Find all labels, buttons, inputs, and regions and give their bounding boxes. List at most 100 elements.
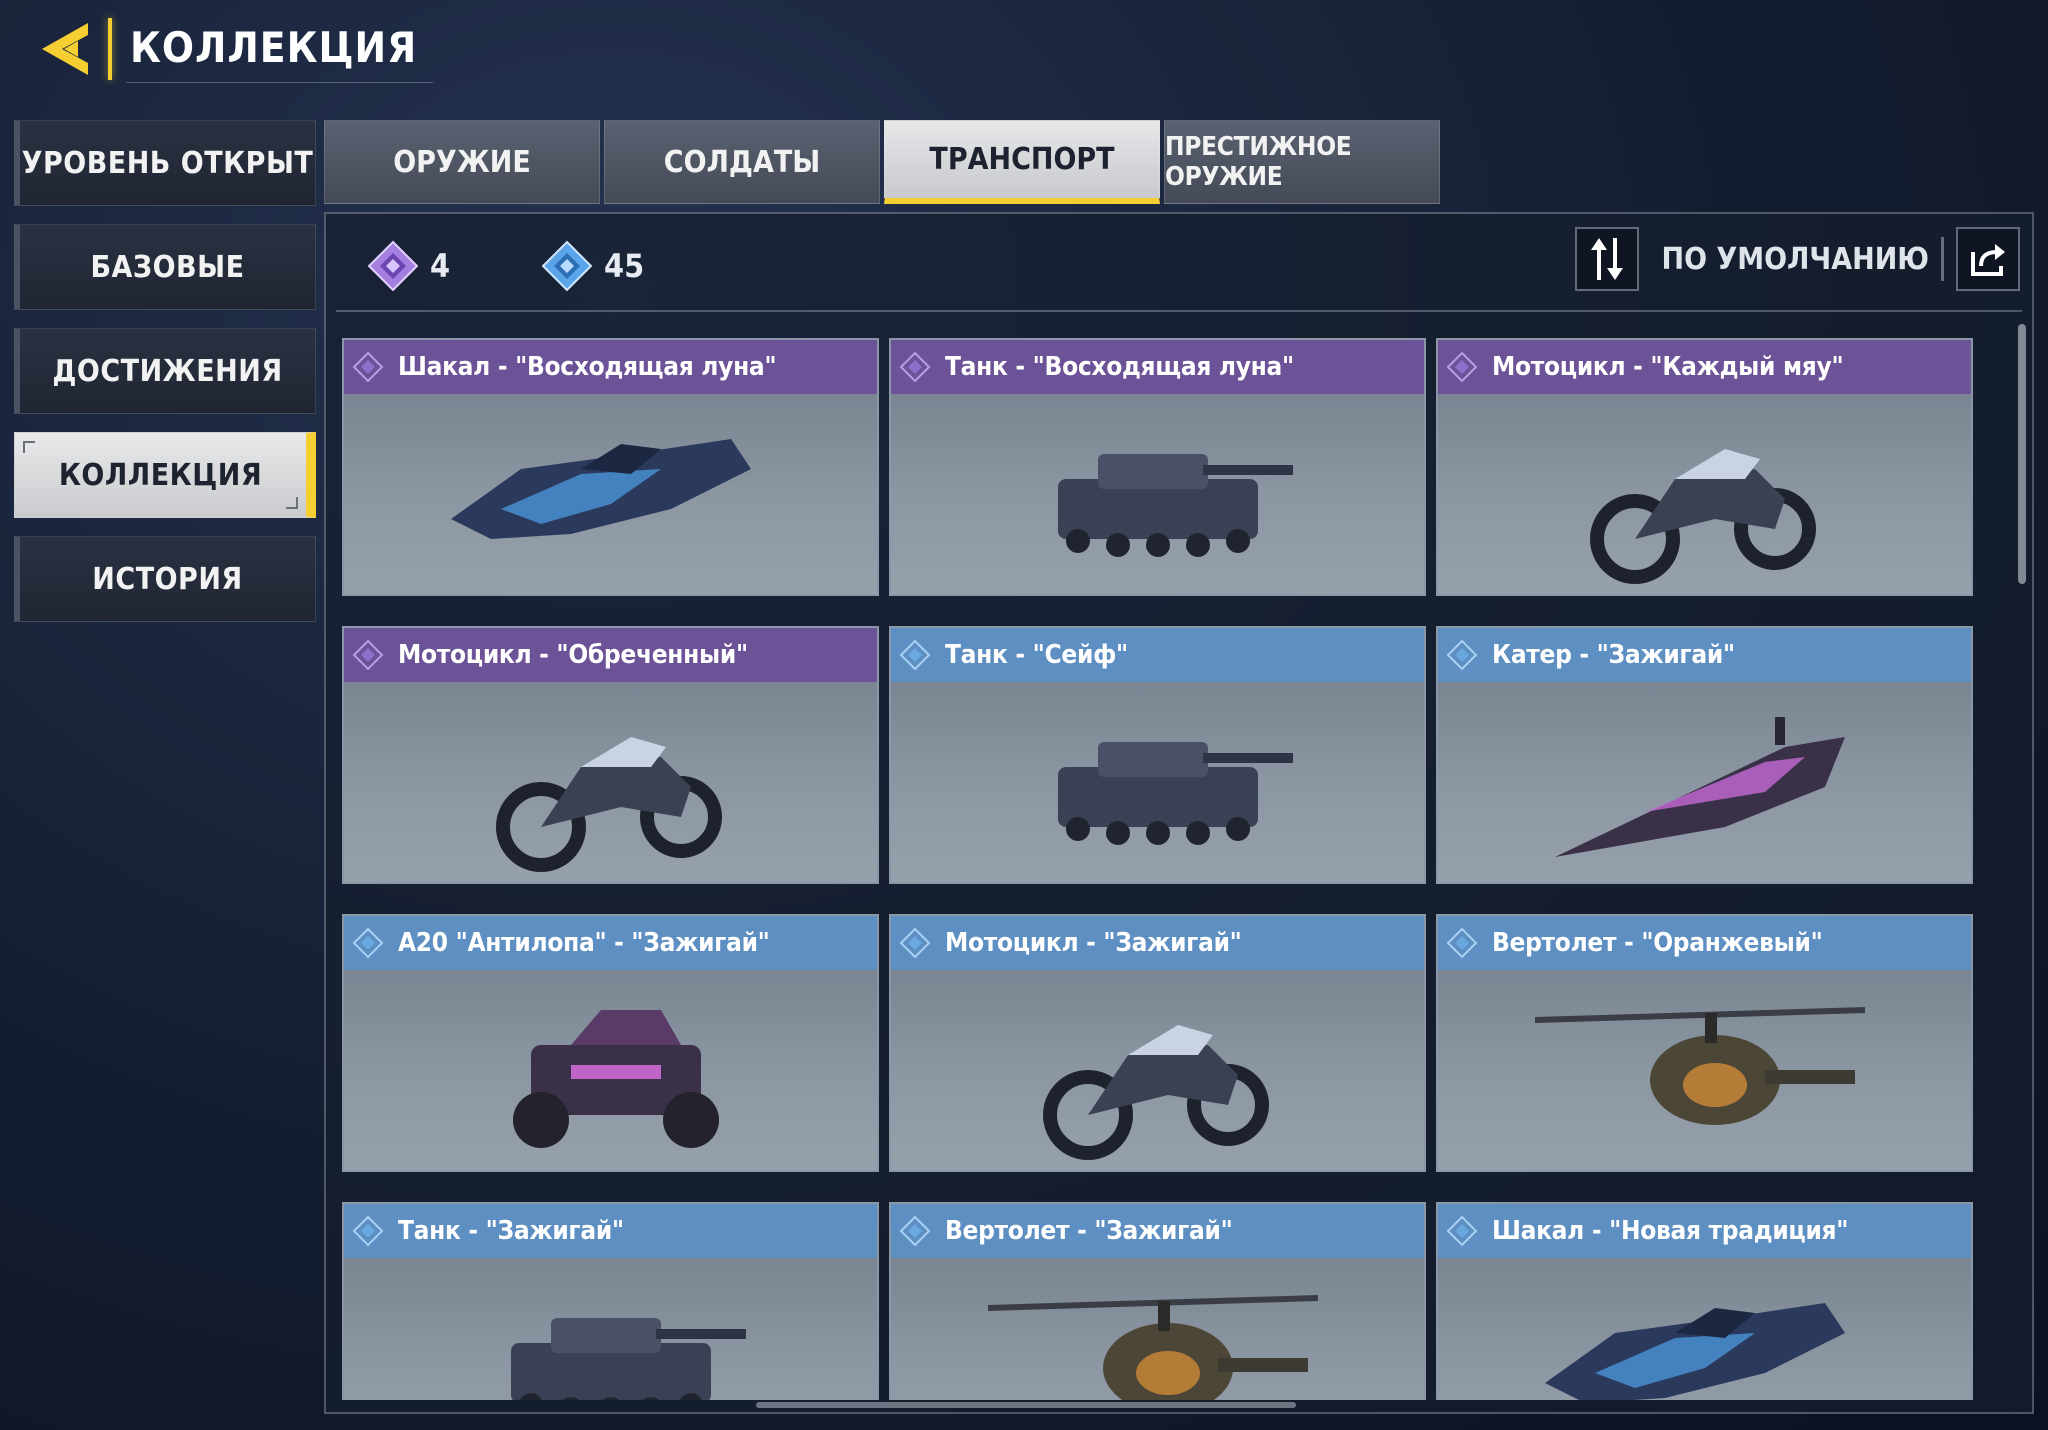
epic-rarity-icon — [1446, 927, 1478, 959]
vehicle-preview — [344, 394, 877, 594]
legendary-rarity-icon — [899, 351, 931, 383]
epic-rarity-icon — [1446, 639, 1478, 671]
boat-vehicle-icon — [1554, 717, 1845, 857]
vehicle-name: Вертолет - "Оранжевый" — [1492, 928, 1823, 958]
vehicle-name: Мотоцикл - "Обреченный" — [398, 640, 748, 670]
category-tabs: ОРУЖИЕ СОЛДАТЫ ТРАНСПОРТ ПРЕСТИЖНОЕ ОРУЖ… — [324, 120, 1440, 204]
header-separator — [108, 18, 112, 80]
card-header: Мотоцикл - "Зажигай" — [891, 916, 1424, 970]
horizontal-scrollbar[interactable] — [756, 1402, 1296, 1408]
sort-mode-selector[interactable]: ПО УМОЛЧАНИЮ — [1661, 237, 1944, 281]
tab-weapons[interactable]: ОРУЖИЕ — [324, 120, 600, 204]
collection-panel: 4 45 ПО УМОЛЧАНИЮ Шакал - "Восходящая лу… — [324, 212, 2034, 1414]
vehicle-card[interactable]: Вертолет - "Зажигай" — [889, 1202, 1426, 1400]
vehicle-preview — [344, 682, 877, 882]
vehicle-name: Танк - "Сейф" — [945, 640, 1128, 670]
vehicle-card[interactable]: Танк - "Зажигай" — [342, 1202, 879, 1400]
vehicle-preview — [1438, 394, 1971, 594]
legendary-rarity-icon — [352, 639, 384, 671]
heli-vehicle-icon — [1534, 1007, 1865, 1125]
sidebar-item-basic[interactable]: БАЗОВЫЕ — [14, 224, 316, 310]
vehicle-card[interactable]: Танк - "Сейф" — [889, 626, 1426, 884]
legendary-rarity-icon — [1446, 351, 1478, 383]
card-header: Мотоцикл - "Каждый мяу" — [1438, 340, 1971, 394]
vehicle-grid: Шакал - "Восходящая луна" Танк - "Восходя… — [342, 338, 1998, 1400]
epic-rarity-icon — [352, 927, 384, 959]
vehicle-card[interactable]: A20 "Антилопа" - "Зажигай" — [342, 914, 879, 1172]
share-button[interactable] — [1956, 227, 2020, 291]
vehicle-card[interactable]: Мотоцикл - "Каждый мяу" — [1436, 338, 1973, 596]
epic-diamond-icon — [541, 240, 593, 292]
card-header: Мотоцикл - "Обреченный" — [344, 628, 877, 682]
moto-vehicle-icon — [1042, 1025, 1269, 1160]
page-title: КОЛЛЕКЦИЯ — [126, 15, 434, 83]
vehicle-card[interactable]: Вертолет - "Оранжевый" — [1436, 914, 1973, 1172]
epic-count: 45 — [604, 247, 645, 285]
legendary-rarity-icon — [352, 351, 384, 383]
card-header: A20 "Антилопа" - "Зажигай" — [344, 916, 877, 970]
vehicle-grid-viewport[interactable]: Шакал - "Восходящая луна" Танк - "Восходя… — [342, 338, 1998, 1400]
epic-rarity-icon — [899, 1215, 931, 1247]
jackal-vehicle-icon — [450, 439, 751, 539]
vehicle-name: Танк - "Зажигай" — [398, 1216, 624, 1246]
vehicle-card[interactable]: Мотоцикл - "Обреченный" — [342, 626, 879, 884]
share-icon — [1971, 244, 2005, 276]
legendary-stat: 4 — [366, 239, 450, 293]
card-header: Вертолет - "Оранжевый" — [1438, 916, 1971, 970]
vehicle-name: Вертолет - "Зажигай" — [945, 1216, 1233, 1246]
vehicle-preview — [1438, 970, 1971, 1170]
heli-vehicle-icon — [987, 1295, 1318, 1400]
tab-soldiers[interactable]: СОЛДАТЫ — [604, 120, 880, 204]
vehicle-preview — [1438, 1258, 1971, 1400]
card-header: Катер - "Зажигай" — [1438, 628, 1971, 682]
tank-vehicle-icon — [1057, 454, 1293, 557]
epic-stat: 45 — [540, 239, 644, 293]
sidebar-item-level-unlock[interactable]: УРОВЕНЬ ОТКРЫТ — [14, 120, 316, 206]
jackal-vehicle-icon — [1544, 1303, 1845, 1400]
legendary-count: 4 — [430, 247, 451, 285]
vehicle-card[interactable]: Шакал - "Новая традиция" — [1436, 1202, 1973, 1400]
vehicle-card[interactable]: Мотоцикл - "Зажигай" — [889, 914, 1426, 1172]
sort-arrows-icon — [1591, 238, 1624, 280]
vehicle-name: Мотоцикл - "Каждый мяу" — [1492, 352, 1844, 382]
vehicle-card[interactable]: Шакал - "Восходящая луна" — [342, 338, 879, 596]
tank-vehicle-icon — [1057, 742, 1293, 845]
sidebar-item-history[interactable]: ИСТОРИЯ — [14, 536, 316, 622]
epic-rarity-icon — [899, 927, 931, 959]
vehicle-card[interactable]: Танк - "Восходящая луна" — [889, 338, 1426, 596]
header: КОЛЛЕКЦИЯ — [30, 14, 434, 84]
epic-rarity-icon — [352, 1215, 384, 1247]
sidebar: УРОВЕНЬ ОТКРЫТ БАЗОВЫЕ ДОСТИЖЕНИЯ КОЛЛЕК… — [14, 120, 316, 640]
vehicle-preview — [344, 970, 877, 1170]
vehicle-name: Шакал - "Восходящая луна" — [398, 352, 777, 382]
card-header: Шакал - "Восходящая луна" — [344, 340, 877, 394]
card-header: Танк - "Сейф" — [891, 628, 1424, 682]
tab-vehicles[interactable]: ТРАНСПОРТ — [884, 120, 1160, 204]
sort-order-button[interactable] — [1575, 227, 1640, 291]
tab-prestige-weapons[interactable]: ПРЕСТИЖНОЕ ОРУЖИЕ — [1164, 120, 1440, 204]
epic-rarity-icon — [1446, 1215, 1478, 1247]
sidebar-item-collection[interactable]: КОЛЛЕКЦИЯ — [14, 432, 316, 518]
back-arrow-icon — [42, 23, 88, 75]
rarity-stats: 4 45 — [366, 236, 734, 296]
vehicle-preview — [891, 1258, 1424, 1400]
vehicle-preview — [1438, 682, 1971, 882]
epic-rarity-icon — [899, 639, 931, 671]
vehicle-preview — [891, 394, 1424, 594]
legendary-diamond-icon — [367, 240, 419, 292]
vehicle-name: Шакал - "Новая традиция" — [1492, 1216, 1849, 1246]
vehicle-preview — [344, 1258, 877, 1400]
vehicle-name: A20 "Антилопа" - "Зажигай" — [398, 928, 770, 958]
vertical-scrollbar[interactable] — [2018, 324, 2026, 584]
moto-vehicle-icon — [1589, 449, 1816, 584]
sidebar-item-achievements[interactable]: ДОСТИЖЕНИЯ — [14, 328, 316, 414]
tank-vehicle-icon — [510, 1318, 746, 1400]
card-header: Танк - "Восходящая луна" — [891, 340, 1424, 394]
vehicle-name: Танк - "Восходящая луна" — [945, 352, 1294, 382]
vehicle-card[interactable]: Катер - "Зажигай" — [1436, 626, 1973, 884]
vehicle-preview — [891, 970, 1424, 1170]
back-button[interactable] — [30, 14, 102, 84]
vehicle-name: Мотоцикл - "Зажигай" — [945, 928, 1242, 958]
card-header: Вертолет - "Зажигай" — [891, 1204, 1424, 1258]
card-header: Шакал - "Новая традиция" — [1438, 1204, 1971, 1258]
